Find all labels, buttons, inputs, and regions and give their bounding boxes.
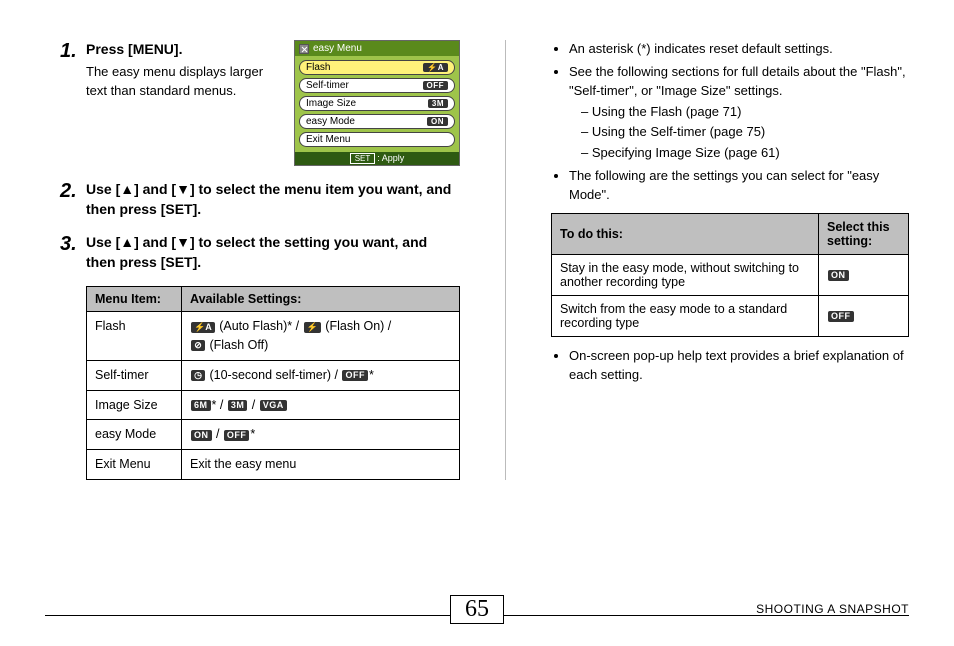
flash-on-icon: ⚡ [304, 322, 321, 333]
easy-menu-row-easymode: easy Mode ON [299, 114, 455, 129]
step-1-desc: The easy menu displays larger text than … [86, 62, 284, 101]
table-row: Switch from the easy mode to a standard … [552, 295, 909, 336]
vga-icon: VGA [260, 400, 287, 411]
3m-icon: 3M [228, 400, 248, 411]
off-icon: OFF [224, 430, 250, 441]
page-number: 65 [450, 595, 504, 624]
step-1: 1. Press [MENU]. The easy menu displays … [60, 40, 460, 166]
settings-header-available: Available Settings: [182, 287, 460, 312]
set-key-label: SET [350, 153, 376, 164]
list-item: Using the Self-timer (page 75) [581, 123, 909, 142]
step-2: 2. Use [▲] and [▼] to select the menu it… [60, 180, 460, 219]
timer-icon: ◷ [191, 370, 205, 381]
step-3: 3. Use [▲] and [▼] to select the setting… [60, 233, 460, 272]
on-icon: ON [191, 430, 212, 441]
flash-auto-icon: ⚡A [191, 322, 215, 333]
notes-list-2: On-screen pop-up help text provides a br… [551, 347, 909, 385]
step-3-title: Use [▲] and [▼] to select the setting yo… [86, 233, 460, 272]
right-column: An asterisk (*) indicates reset default … [551, 40, 909, 480]
page-content: 1. Press [MENU]. The easy menu displays … [0, 0, 954, 480]
notes-list: An asterisk (*) indicates reset default … [551, 40, 909, 205]
table-row: easy Mode ON / OFF* [87, 420, 460, 450]
column-divider [505, 40, 506, 480]
list-item: An asterisk (*) indicates reset default … [569, 40, 909, 59]
size-badge: 3M [428, 99, 448, 108]
easy-menu-row-flash: Flash ⚡A [299, 60, 455, 75]
off-icon: OFF [828, 311, 854, 322]
step-2-title: Use [▲] and [▼] to select the menu item … [86, 180, 460, 219]
off-badge: OFF [423, 81, 449, 90]
easy-menu-row-imagesize: Image Size 3M [299, 96, 455, 111]
list-item: See the following sections for full deta… [569, 63, 909, 163]
section-title: SHOOTING A SNAPSHOT [756, 602, 909, 616]
table-row: Image Size 6M* / 3M / VGA [87, 390, 460, 420]
flash-off-icon: ⊘ [191, 340, 205, 351]
step-1-title: Press [MENU]. [86, 40, 284, 60]
easy-menu-row-selftimer: Self-timer OFF [299, 78, 455, 93]
easy-menu-figure: easy Menu Flash ⚡A Self-timer OFF Image … [294, 40, 460, 166]
table-row: Stay in the easy mode, without switching… [552, 254, 909, 295]
list-item: Using the Flash (page 71) [581, 103, 909, 122]
table-row: Self-timer ◷ (10-second self-timer) / OF… [87, 360, 460, 390]
easy-menu-title: easy Menu [313, 43, 362, 54]
easy-menu-title-bar: easy Menu [295, 41, 459, 56]
settings-header-item: Menu Item: [87, 287, 182, 312]
list-item: On-screen pop-up help text provides a br… [569, 347, 909, 385]
on-icon: ON [828, 270, 849, 281]
table-row: Exit Menu Exit the easy menu [87, 450, 460, 480]
step-2-number: 2. [60, 180, 86, 219]
mode-table: To do this: Select this setting: Stay in… [551, 213, 909, 337]
easy-menu-footer: SET: Apply [295, 152, 459, 165]
mode-header-setting: Select this setting: [819, 213, 909, 254]
list-item: Specifying Image Size (page 61) [581, 144, 909, 163]
left-column: 1. Press [MENU]. The easy menu displays … [60, 40, 460, 480]
step-1-number: 1. [60, 40, 86, 101]
off-icon: OFF [342, 370, 368, 381]
6m-icon: 6M [191, 400, 211, 411]
flash-auto-badge: ⚡A [423, 63, 448, 72]
on-badge: ON [427, 117, 448, 126]
list-item: The following are the settings you can s… [569, 167, 909, 205]
mode-header-todo: To do this: [552, 213, 819, 254]
close-icon [299, 44, 309, 54]
table-row: Flash ⚡A (Auto Flash)* / ⚡ (Flash On) / … [87, 312, 460, 361]
easy-menu-row-exit: Exit Menu [299, 132, 455, 147]
settings-table: Menu Item: Available Settings: Flash ⚡A … [86, 286, 460, 480]
step-3-number: 3. [60, 233, 86, 272]
